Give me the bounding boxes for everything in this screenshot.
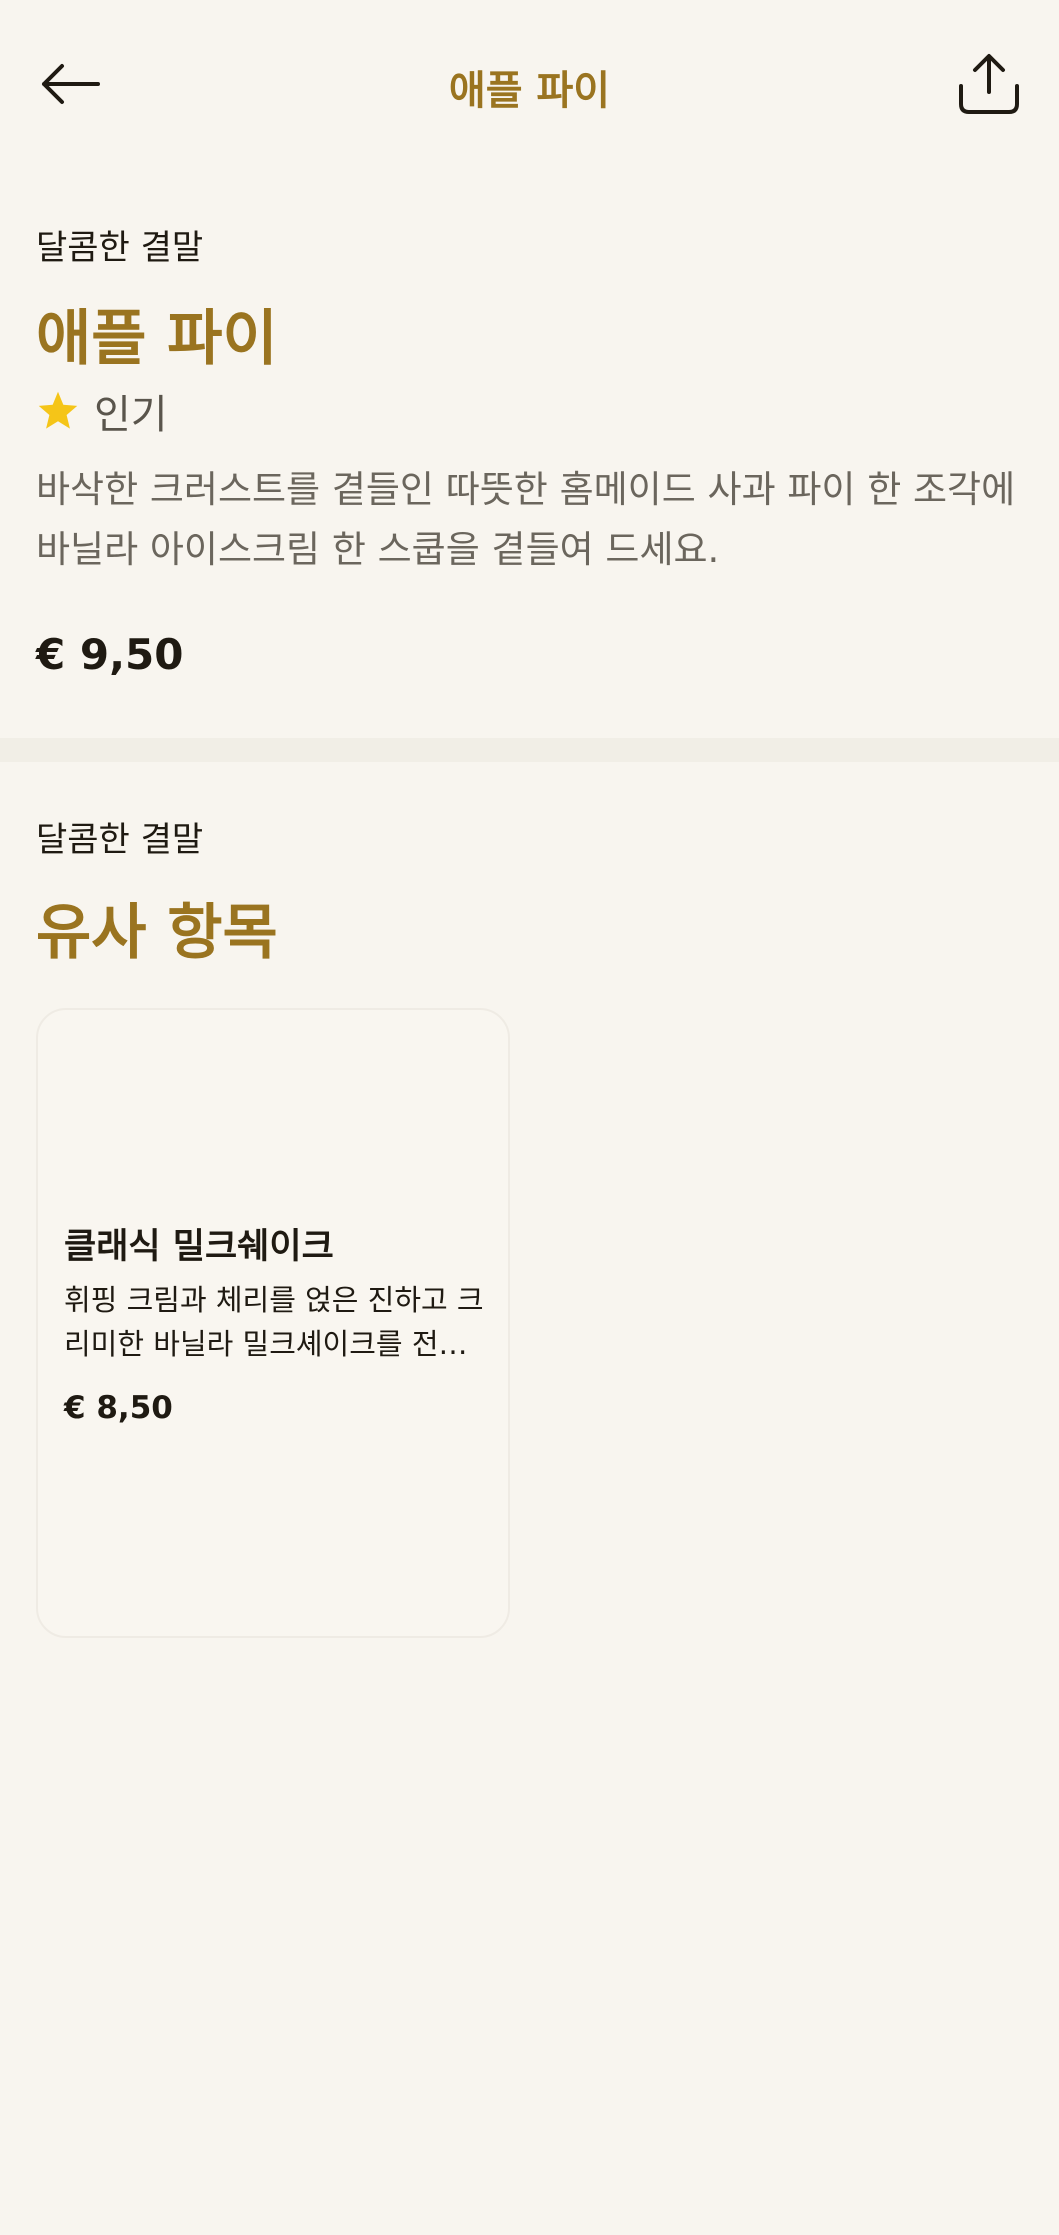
item-title: 애플 파이 xyxy=(36,304,278,374)
similar-title: 유사 항목 xyxy=(36,898,278,968)
popular-label: 인기 xyxy=(94,392,168,438)
similar-items-section: 달콤한 결말 유사 항목 클래식 밀크쉐이크 휘핑 크림과 체리를 얹은 진하고… xyxy=(0,762,1059,2235)
section-divider xyxy=(0,738,1059,762)
similar-item-price: € 8,50 xyxy=(64,1390,173,1426)
item-category: 달콤한 결말 xyxy=(36,228,204,268)
item-detail-screen: 애플 파이 달콤한 결말 애플 파이 인기 바삭한 크러스트를 곁들인 따뜻한 … xyxy=(0,0,1059,2235)
item-price: € 9,50 xyxy=(36,630,184,679)
similar-item-name: 클래식 밀크쉐이크 xyxy=(64,1227,334,1267)
similar-item-card[interactable]: 클래식 밀크쉐이크 휘핑 크림과 체리를 얹은 진하고 크리미한 바닐라 밀크셰… xyxy=(36,1008,510,1638)
similar-category: 달콤한 결말 xyxy=(36,820,204,860)
similar-item-description: 휘핑 크림과 체리를 얹은 진하고 크리미한 바닐라 밀크셰이크를 전통... xyxy=(64,1283,484,1361)
star-icon xyxy=(38,391,78,429)
page-title: 애플 파이 xyxy=(448,68,611,114)
share-button[interactable] xyxy=(949,44,1029,124)
popular-badge: 인기 xyxy=(36,382,168,440)
item-detail: 달콤한 결말 애플 파이 인기 바삭한 크러스트를 곁들인 따뜻한 홈메이드 사… xyxy=(0,170,1059,738)
top-bar: 애플 파이 xyxy=(0,0,1059,170)
share-icon xyxy=(959,54,1019,114)
item-description: 바삭한 크러스트를 곁들인 따뜻한 홈메이드 사과 파이 한 조각에 바닐라 아… xyxy=(36,468,1016,571)
